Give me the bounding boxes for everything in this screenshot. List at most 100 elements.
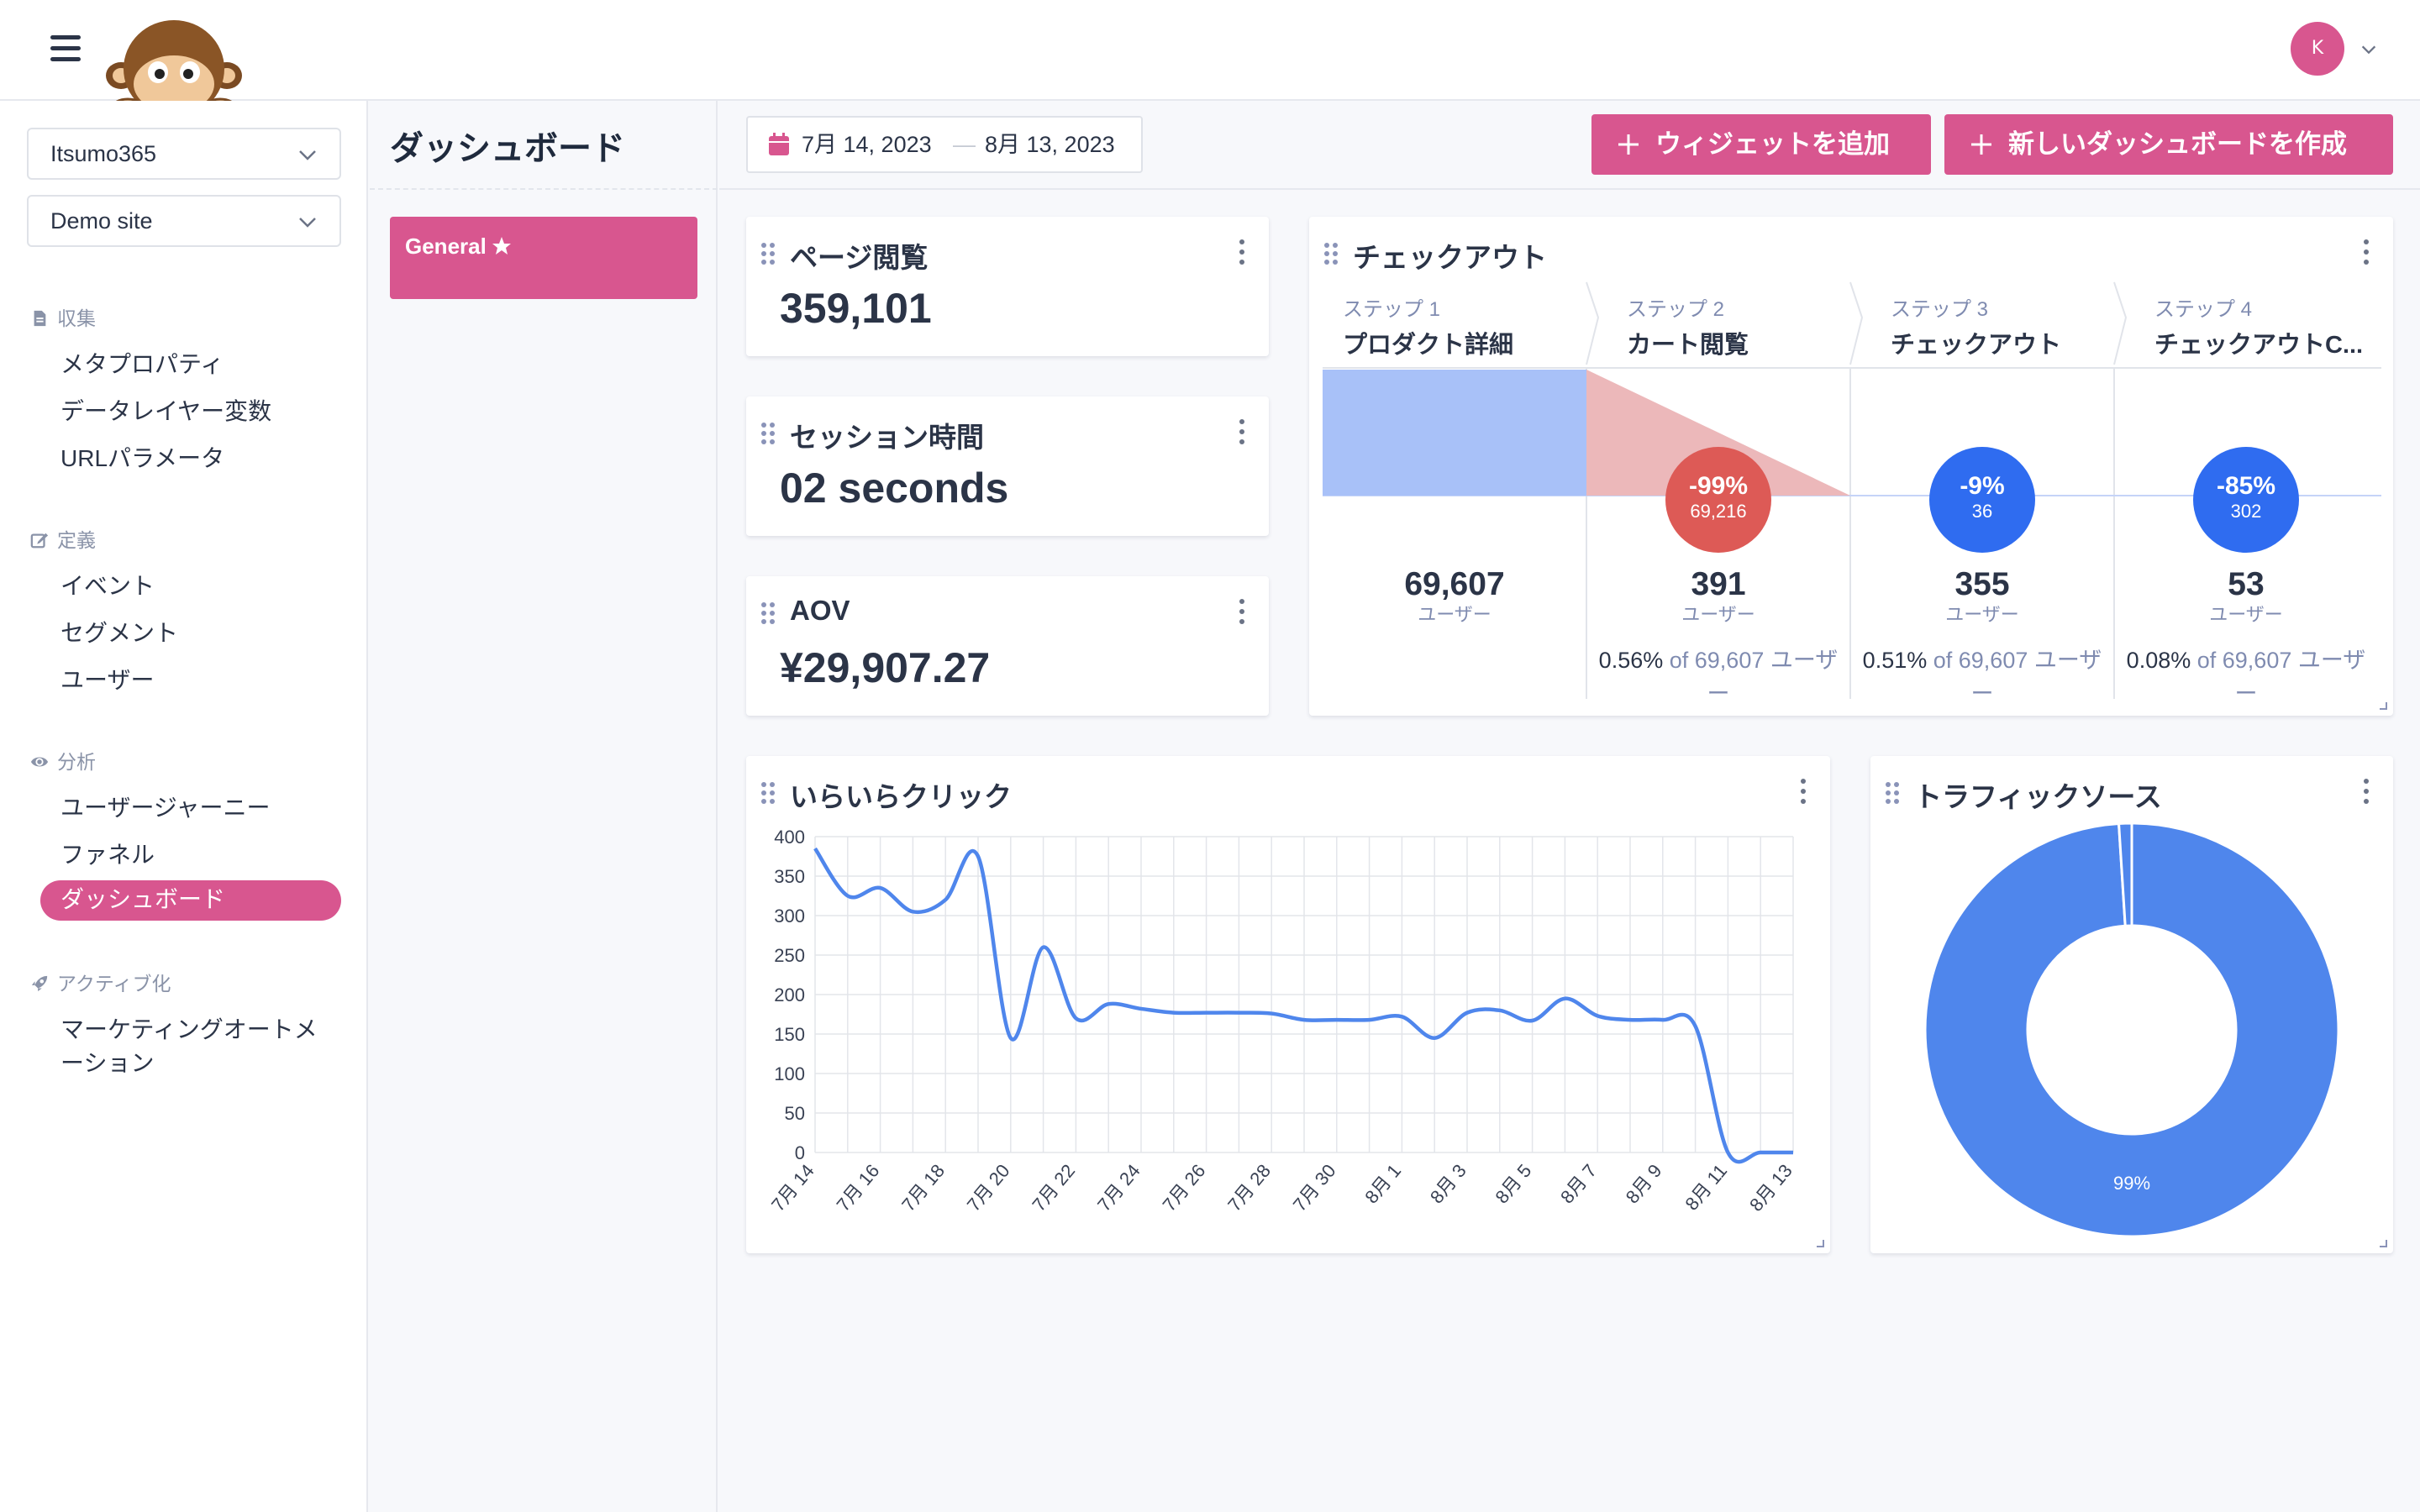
date-range-picker[interactable]: 7月 14, 2023 — 8月 13, 2023 xyxy=(746,116,1143,173)
widget-session-duration: セッション時間 02 seconds xyxy=(746,396,1269,536)
account-select[interactable]: Itsumo365 xyxy=(27,128,341,180)
x-tick-label: 8月 9 xyxy=(1622,1160,1666,1207)
star-icon xyxy=(492,237,511,255)
chevron-down-icon xyxy=(299,150,316,160)
conversion-percent: 0.56% xyxy=(1598,648,1664,673)
dropoff-count: 69,216 xyxy=(1690,501,1747,522)
x-tick-label: 7月 26 xyxy=(1159,1160,1210,1215)
divider xyxy=(370,188,718,190)
more-options-icon[interactable] xyxy=(1238,598,1246,625)
x-tick-label: 8月 5 xyxy=(1491,1160,1535,1207)
nav-item-funnel[interactable]: ファネル xyxy=(60,837,155,870)
site-select-value: Demo site xyxy=(50,208,153,234)
nav-heading-define: 定義 xyxy=(30,524,96,553)
nav-heading-label: 収集 xyxy=(57,307,96,329)
drag-handle-icon[interactable] xyxy=(760,422,776,445)
y-tick-label: 50 xyxy=(785,1103,805,1124)
conversion-base-wrap: ー xyxy=(1707,681,1730,706)
new-dashboard-label: 新しいダッシュボードを作成 xyxy=(2008,129,2347,159)
x-tick-label: 7月 20 xyxy=(963,1160,1014,1215)
step-count: 355 xyxy=(1954,566,2010,602)
x-tick-label: 8月 3 xyxy=(1426,1160,1470,1207)
drag-handle-icon[interactable] xyxy=(760,242,776,265)
resize-handle-icon[interactable] xyxy=(2378,701,2388,711)
widget-traffic-sources: トラフィックソース 99% xyxy=(1870,756,2393,1253)
document-icon xyxy=(34,310,46,327)
step-label: ステップ 4 xyxy=(2154,298,2253,321)
nav-item-url-parameters[interactable]: URLパラメータ xyxy=(60,440,224,474)
more-options-icon[interactable] xyxy=(1238,418,1246,445)
chevron-down-icon xyxy=(299,218,316,228)
x-tick-label: 7月 30 xyxy=(1289,1160,1340,1215)
menu-icon[interactable] xyxy=(50,35,81,61)
new-dashboard-button[interactable]: 新しいダッシュボードを作成 xyxy=(1944,114,2393,175)
nav-heading-collect: 収集 xyxy=(30,302,96,331)
nav-item-meta-properties[interactable]: メタプロパティ xyxy=(60,346,224,380)
step-name: プロダクト詳細 xyxy=(1343,332,1514,359)
funnel-conversion-step-2: 0.56% of 69,607 ユーザ ー xyxy=(1586,643,1850,711)
conversion-base: of 69,607 ユーザ xyxy=(2196,648,2366,673)
widget-title: AOV xyxy=(790,595,850,626)
y-tick-label: 300 xyxy=(774,906,805,927)
avatar[interactable]: K xyxy=(2291,22,2344,76)
nav-item-segments[interactable]: セグメント xyxy=(60,615,178,648)
step-count: 53 xyxy=(2228,566,2265,602)
drag-handle-icon[interactable] xyxy=(760,601,776,625)
resize-handle-icon[interactable] xyxy=(1815,1238,1825,1248)
widget-aov: AOV ¥29,907.27 xyxy=(746,576,1269,716)
dropoff-badge-step-3: -9% 36 xyxy=(1929,447,2035,553)
nav-heading-analyze: 分析 xyxy=(30,746,96,774)
widget-pageviews: ページ閲覧 359,101 xyxy=(746,217,1269,356)
nav-heading-label: アクティブ化 xyxy=(57,973,171,995)
nav-item-users[interactable]: ユーザー xyxy=(60,662,154,696)
step-label: ステップ 3 xyxy=(1891,298,1989,321)
funnel-count-step-4: 53 ユーザー xyxy=(2114,566,2378,627)
dashboard-tab-general[interactable]: General xyxy=(390,217,697,299)
nav-item-datalayer-variables[interactable]: データレイヤー変数 xyxy=(60,393,271,427)
nav-item-dashboard[interactable]: ダッシュボード xyxy=(40,880,341,921)
funnel-step-3: ステップ 3 チェックアウト xyxy=(1891,292,2061,360)
step-unit: ユーザー xyxy=(1418,604,1491,625)
dropoff-percent: -99% xyxy=(1688,472,1749,500)
y-tick-label: 0 xyxy=(795,1142,805,1163)
nav-item-events[interactable]: イベント xyxy=(60,568,155,601)
site-select[interactable]: Demo site xyxy=(27,195,341,247)
user-menu[interactable]: K xyxy=(2291,22,2383,77)
widget-title: セッション時間 xyxy=(790,422,984,453)
step-label: ステップ 2 xyxy=(1627,298,1725,321)
add-widget-button[interactable]: ウィジェットを追加 xyxy=(1591,114,1931,175)
step-name: チェックアウトC... xyxy=(2154,332,2364,359)
y-tick-label: 350 xyxy=(774,866,805,887)
page-title: ダッシュボード xyxy=(390,130,625,167)
widget-value: 359,101 xyxy=(780,285,932,332)
date-separator: — xyxy=(953,132,976,157)
nav-item-marketing-automation[interactable]: マーケティングオートメ xyxy=(60,1011,318,1045)
funnel-count-step-1: 69,607 ユーザー xyxy=(1323,566,1586,627)
account-select-value: Itsumo365 xyxy=(50,141,157,166)
step-unit: ユーザー xyxy=(1681,604,1755,625)
x-tick-label: 7月 22 xyxy=(1028,1160,1079,1215)
dashboard-tab-label: General xyxy=(405,234,487,259)
funnel-step-1: ステップ 1 プロダクト詳細 xyxy=(1343,292,1513,360)
donut-chart: 99% xyxy=(1923,822,2340,1238)
step-name: チェックアウト xyxy=(1891,332,2062,359)
conversion-base-wrap: ー xyxy=(1970,681,1994,706)
step-count: 391 xyxy=(1691,566,1746,602)
step-label: ステップ 1 xyxy=(1343,298,1441,321)
x-tick-label: 7月 16 xyxy=(833,1160,884,1215)
x-tick-label: 8月 7 xyxy=(1556,1160,1601,1207)
y-tick-label: 150 xyxy=(774,1024,805,1045)
x-tick-label: 7月 24 xyxy=(1093,1160,1144,1215)
dropoff-percent: -85% xyxy=(2216,472,2276,500)
edit-icon xyxy=(30,533,49,549)
nav-item-user-journey[interactable]: ユーザージャーニー xyxy=(60,790,270,823)
conversion-base: of 69,607 ユーザ xyxy=(1669,648,1839,673)
funnel-count-step-3: 355 ユーザー xyxy=(1850,566,2114,627)
x-tick-label: 8月 13 xyxy=(1745,1160,1797,1215)
line-chart: 0 50 100 150 200 250 300 350 400 7月 14 7月 16 7月 18 7… xyxy=(767,827,1797,1215)
more-options-icon[interactable] xyxy=(1238,239,1246,265)
sidebar: Itsumo365 Demo site 収集 メタプロパティ データレイヤー変数… xyxy=(0,101,368,1512)
resize-handle-icon[interactable] xyxy=(2378,1238,2388,1248)
step-name: カート閲覧 xyxy=(1627,332,1749,359)
nav-item-marketing-automation-wrap[interactable]: ーション xyxy=(60,1045,154,1079)
